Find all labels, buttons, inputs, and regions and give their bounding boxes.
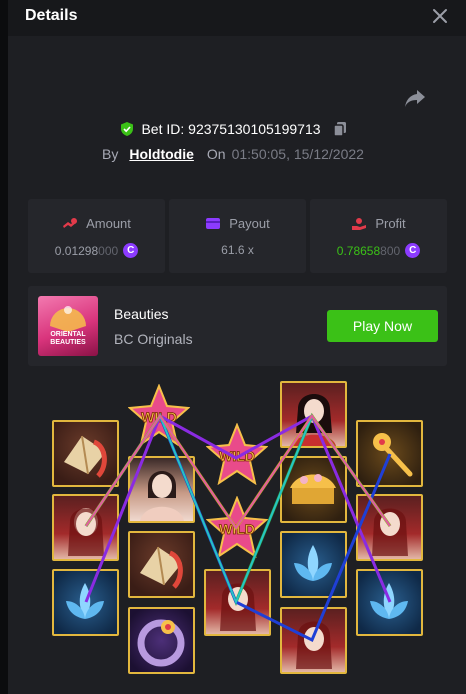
lotus-icon (294, 545, 332, 581)
symbol-folding-fan (52, 420, 119, 487)
slot-result-board: WILD WILD WILD (0, 378, 466, 694)
profit-label: Profit (375, 216, 406, 231)
profit-value: 0.78658 (336, 243, 381, 258)
profit-hand-icon (352, 217, 367, 230)
hairpin-icon (373, 433, 413, 477)
lotus-icon (370, 583, 408, 619)
beauty-icon (296, 621, 332, 669)
game-provider: BC Originals (114, 331, 193, 347)
symbol-beauty-red-hair (356, 494, 423, 561)
amount-value: 0.01298 (54, 243, 99, 258)
coin-icon: C (405, 243, 421, 258)
username-link[interactable]: Holdtodie (129, 146, 194, 162)
symbol-beauty-red-hair (280, 607, 347, 674)
symbol-blue-lotus (52, 569, 119, 636)
fan-icon (64, 435, 107, 478)
fan-logo-icon (50, 306, 86, 332)
profit-card: Profit 0.78658800 C (310, 199, 447, 273)
play-now-button[interactable]: Play Now (327, 310, 438, 342)
lotus-icon (66, 583, 104, 619)
symbol-blue-lotus (356, 569, 423, 636)
svg-text:WILD: WILD (219, 448, 255, 464)
share-icon[interactable] (404, 88, 426, 108)
game-thumbnail[interactable]: ORIENTAL BEAUTIES (38, 296, 98, 356)
bet-id: Bet ID: 92375130105199713 (141, 121, 321, 137)
symbol-blue-lotus (280, 531, 347, 598)
bet-timestamp: 01:50:05, 15/12/2022 (231, 146, 364, 162)
stats-row: Amount 0.01298000 C Payout 61.6 x Profit… (28, 199, 447, 273)
svg-text:WILD: WILD (141, 409, 177, 425)
symbol-jade-ring (128, 607, 195, 674)
by-label: By (102, 146, 119, 162)
symbol-beauty-red-hair (204, 569, 271, 636)
beauty-icon (372, 508, 408, 556)
shield-check-icon (121, 122, 134, 136)
symbol-beauty-portrait (128, 456, 195, 523)
payout-label: Payout (229, 216, 270, 231)
symbol-beauty-red-hair (52, 494, 119, 561)
wallet-icon (206, 218, 221, 229)
symbol-folding-fan (128, 531, 195, 598)
bet-amount-icon (63, 217, 78, 228)
beauty-icon (292, 394, 336, 446)
symbol-beauty-black-hair (280, 381, 347, 448)
comb-icon (290, 474, 336, 504)
ring-icon (137, 619, 185, 667)
beauty-icon (220, 583, 256, 631)
modal-header: Details (8, 0, 466, 36)
thumb-text-2: BEAUTIES (50, 339, 86, 346)
fan-icon (140, 546, 183, 589)
game-card: ORIENTAL BEAUTIES Beauties BC Originals … (28, 286, 447, 366)
payout-card: Payout 61.6 x (169, 199, 306, 273)
coin-icon: C (123, 243, 139, 258)
amount-value-padding: 000 (98, 243, 119, 258)
profit-value-padding: 800 (380, 243, 401, 258)
amount-label: Amount (86, 216, 131, 231)
bet-id-row: Bet ID: 92375130105199713 (0, 119, 466, 139)
copy-icon[interactable] (332, 121, 347, 137)
wild-symbol: WILD (206, 496, 268, 558)
wild-symbol: WILD (128, 384, 190, 446)
game-name[interactable]: Beauties (114, 306, 168, 322)
svg-text:WILD: WILD (219, 521, 255, 537)
symbol-golden-hairpin (356, 420, 423, 487)
symbol-golden-comb (280, 456, 347, 523)
modal-title: Details (25, 7, 78, 24)
beauty-icon (140, 471, 184, 521)
thumb-text-1: ORIENTAL (50, 331, 86, 338)
bet-meta-row: By Holdtodie On 01:50:05, 15/12/2022 (102, 146, 364, 164)
beauty-icon (68, 508, 104, 556)
amount-card: Amount 0.01298000 C (28, 199, 165, 273)
close-icon[interactable] (430, 6, 450, 26)
payout-value: 61.6 x (221, 243, 254, 257)
wild-symbol: WILD (206, 423, 268, 485)
on-label: On (206, 146, 226, 162)
